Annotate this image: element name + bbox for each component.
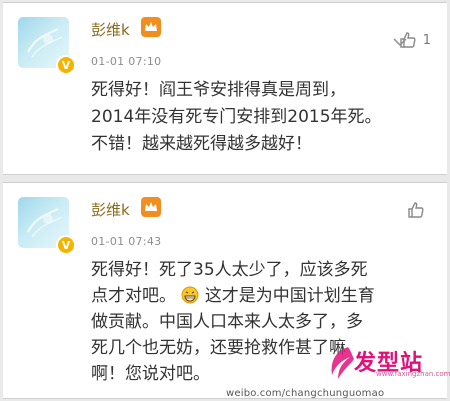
timestamp: 01-01 07:43	[91, 235, 162, 248]
watermark-site: www.faxingzhan.com	[376, 370, 450, 378]
comment-text-segment: 点才对吧。	[91, 286, 176, 306]
source-url: weibo.com/changchunguomao	[226, 388, 385, 399]
username[interactable]: 彭维k	[91, 199, 130, 220]
comment-line: 2014年没有死专门安排到2015年死。	[91, 107, 382, 127]
thumbs-up-icon	[408, 202, 424, 218]
thumbs-up-icon	[400, 32, 416, 48]
avatar[interactable]: V	[18, 17, 76, 75]
avatar[interactable]: V	[18, 197, 76, 255]
timestamp: 01-01 07:10	[91, 55, 162, 68]
comment-line-with-emoji: 点才对吧。 这才是为中国计划生育	[91, 283, 437, 309]
crown-badge-icon	[141, 197, 161, 217]
comment-line: 不错！越来越死得越多越好！	[91, 134, 312, 154]
comment-line: 死得好！死了35人太少了，应该多死	[91, 260, 368, 280]
screenshot: V 彭维k 01-01 07:10 1 死得好！阎王爷安排得真是周到， 2014…	[0, 0, 450, 401]
comment-line: 做贡献。中国人口本来人太多了，多	[91, 312, 363, 332]
comment-text: 死得好！阎王爷安排得真是周到， 2014年没有死专门安排到2015年死。 不错！…	[91, 77, 437, 158]
grin-emoji-icon	[181, 286, 199, 304]
verified-badge: V	[56, 55, 76, 75]
crown-badge-icon	[141, 17, 161, 37]
verified-badge: V	[56, 235, 76, 255]
like-count: 1	[422, 32, 431, 48]
watermark-logo-icon	[331, 347, 354, 379]
comment-text-segment: 这才是为中国计划生育	[204, 286, 375, 306]
like-button[interactable]: 1	[399, 31, 431, 49]
username[interactable]: 彭维k	[91, 19, 130, 40]
comment-card: V 彭维k 01-01 07:10 1 死得好！阎王爷安排得真是周到， 2014…	[3, 2, 447, 175]
like-button[interactable]	[407, 201, 431, 219]
comment-line: 死得好！阎王爷安排得真是周到，	[91, 80, 346, 100]
